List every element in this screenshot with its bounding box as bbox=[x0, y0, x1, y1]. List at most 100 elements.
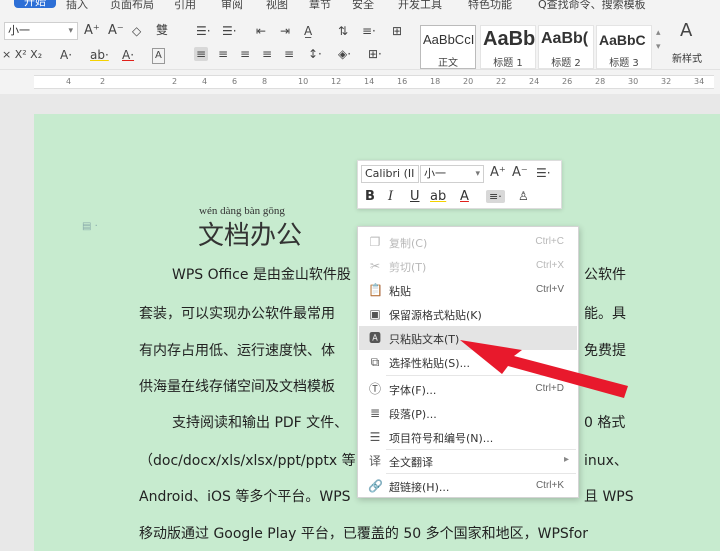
grow-font-button[interactable]: A⁺ bbox=[84, 24, 100, 38]
menu-tab-review[interactable]: 审阅 bbox=[221, 0, 243, 12]
text-effect-icon[interactable]: A· bbox=[60, 48, 72, 62]
menu-item-shortcut: Ctrl+D bbox=[535, 383, 564, 394]
menu-item-copy[interactable]: ❐ 复制(C) Ctrl+C bbox=[359, 230, 577, 254]
font-icon: Ⓣ bbox=[368, 382, 381, 396]
ruler-number: 6 bbox=[232, 77, 238, 86]
doc-line: 支持阅读和输出 PDF 文件、 bbox=[172, 415, 349, 431]
char-border-icon[interactable]: A bbox=[152, 48, 165, 64]
doc-line-fragment: 0 格式 bbox=[584, 415, 626, 431]
menu-bar: 开始 插入 页面布局 引用 审阅 视图 章节 安全 开发工具 特色功能 Q查找命… bbox=[0, 0, 720, 12]
style-sample: AaBb( bbox=[541, 30, 589, 47]
highlight-icon[interactable]: ab· bbox=[90, 48, 109, 62]
style-name: 标题 1 bbox=[493, 58, 523, 69]
mini-highlight-button[interactable]: ab bbox=[430, 189, 446, 204]
mini-align-icon[interactable]: ≡· bbox=[486, 190, 505, 203]
paste-icon: 📋 bbox=[368, 283, 383, 297]
format-painter-icon[interactable]: ♙ bbox=[518, 189, 529, 203]
menu-tab-features[interactable]: 特色功能 bbox=[468, 0, 512, 12]
clear-format-icon[interactable]: ◇ bbox=[132, 24, 141, 38]
align-left-icon[interactable]: ≡ bbox=[194, 47, 209, 61]
menu-tab-security[interactable]: 安全 bbox=[352, 0, 374, 12]
borders-icon[interactable]: ⊞· bbox=[368, 47, 382, 61]
menu-tab-insert[interactable]: 插入 bbox=[66, 0, 88, 12]
paste-special-icon: ⧉ bbox=[370, 355, 380, 369]
paste-text-only-icon: 🅰 bbox=[368, 331, 381, 345]
style-sample: AaBbC bbox=[599, 32, 646, 48]
sort-icon[interactable]: ⇅ bbox=[338, 24, 348, 38]
style-heading-3[interactable]: AaBbC 标题 3 bbox=[596, 25, 652, 69]
menu-item-cut[interactable]: ✂ 剪切(T) Ctrl+X bbox=[359, 254, 577, 278]
increase-indent-icon[interactable]: ⇥ bbox=[280, 24, 290, 38]
shrink-font-button[interactable]: A⁻ bbox=[108, 24, 124, 38]
menu-item-paste-text-only[interactable]: 🅰 只粘贴文本(T) bbox=[359, 326, 577, 350]
shading-icon[interactable]: ◈· bbox=[338, 47, 351, 61]
style-sample: AaBbCcI bbox=[423, 32, 475, 47]
distributed-icon[interactable]: ≡ bbox=[284, 47, 294, 61]
menu-item-translate[interactable]: 译 全文翻译 ▸ bbox=[359, 449, 577, 473]
styles-scroll-icon[interactable]: ▴ ▾ bbox=[656, 26, 661, 54]
mini-font-size-combo[interactable]: 小一 ▾ bbox=[420, 165, 484, 183]
menu-tab-references[interactable]: 引用 bbox=[174, 0, 196, 12]
menu-item-paste-special[interactable]: ⧉ 选择性粘贴(S)... bbox=[359, 350, 577, 374]
link-icon: 🔗 bbox=[368, 479, 383, 493]
menu-item-paragraph[interactable]: ≣ 段落(P)... bbox=[359, 401, 577, 425]
style-sample: AaBb bbox=[483, 28, 536, 50]
align-center-icon[interactable]: ≡ bbox=[218, 47, 228, 61]
mini-shrink-font-button[interactable]: A⁻ bbox=[512, 166, 528, 180]
paragraph-icon: ≣ bbox=[369, 406, 381, 420]
menu-item-paste-keep-format[interactable]: ▣ 保留源格式粘贴(K) bbox=[359, 302, 577, 326]
phonetic-guide-icon[interactable]: 雙 bbox=[156, 23, 168, 37]
line-spacing-icon[interactable]: ↕· bbox=[308, 47, 322, 61]
paragraph-handle-icon[interactable]: ▤ · bbox=[82, 221, 98, 232]
menu-item-hyperlink[interactable]: 🔗 超链接(H)... Ctrl+K bbox=[359, 474, 577, 498]
mini-font-color-button[interactable]: A bbox=[460, 189, 469, 204]
align-right-icon[interactable]: ≡ bbox=[240, 47, 250, 61]
menu-tab-start[interactable]: 开始 bbox=[14, 0, 56, 8]
ruler-number: 22 bbox=[496, 77, 507, 86]
menu-separator bbox=[386, 375, 576, 376]
menu-item-label: 全文翻译 bbox=[389, 456, 433, 469]
font-color-icon[interactable]: A· bbox=[122, 48, 134, 62]
menu-item-paste[interactable]: 📋 粘贴 Ctrl+V bbox=[359, 278, 577, 302]
menu-tab-layout[interactable]: 页面布局 bbox=[110, 0, 154, 12]
mini-line-spacing-icon[interactable]: ☰· bbox=[536, 166, 551, 180]
new-style-icon[interactable]: A bbox=[680, 22, 692, 40]
mini-font-name-combo[interactable]: Calibri (II bbox=[361, 165, 419, 183]
menu-item-font[interactable]: Ⓣ 字体(F)... Ctrl+D bbox=[359, 377, 577, 401]
ruler-number: 8 bbox=[262, 77, 268, 86]
font-size-combo[interactable]: 小一 ▾ bbox=[4, 22, 78, 40]
italic-button[interactable]: I bbox=[388, 189, 393, 204]
text-direction-icon[interactable]: A̲ bbox=[304, 24, 312, 38]
underline-button[interactable]: U bbox=[410, 189, 420, 204]
mini-toolbar: Calibri (II 小一 ▾ A⁺ A⁻ ☰· B I U ab A ≡· … bbox=[357, 160, 562, 209]
menu-item-label: 只粘贴文本(T) bbox=[389, 333, 460, 346]
style-heading-1[interactable]: AaBb 标题 1 bbox=[480, 25, 536, 69]
ruler-track[interactable]: 4 2 2 4 6 8 10 12 14 16 18 20 22 24 26 2… bbox=[34, 75, 714, 89]
justify-icon[interactable]: ≡ bbox=[262, 47, 272, 61]
bullets-list-icon[interactable]: ☰· bbox=[196, 24, 211, 38]
style-heading-2[interactable]: AaBb( 标题 2 bbox=[538, 25, 594, 69]
new-style-button[interactable]: 新样式 bbox=[672, 50, 702, 65]
mini-grow-font-button[interactable]: A⁺ bbox=[490, 166, 506, 180]
bold-button[interactable]: B bbox=[365, 189, 375, 204]
doc-line: 移动版通过 Google Play 平台，已覆盖的 50 多个国家和地区，WPS… bbox=[139, 526, 589, 542]
menu-item-label: 超链接(H)... bbox=[389, 481, 450, 494]
ruler-number: 32 bbox=[661, 77, 672, 86]
ruler-number: 12 bbox=[331, 77, 342, 86]
menu-item-label: 剪切(T) bbox=[389, 261, 427, 274]
superscript-icon[interactable]: × X² X₂ bbox=[2, 48, 42, 62]
command-search[interactable]: Q查找命令、搜索模板 bbox=[538, 0, 646, 12]
decrease-indent-icon[interactable]: ⇤ bbox=[256, 24, 266, 38]
menu-item-bullets-numbering[interactable]: ☰ 项目符号和编号(N)... bbox=[359, 425, 577, 449]
style-normal[interactable]: AaBbCcI 正文 bbox=[420, 25, 476, 69]
copy-icon: ❐ bbox=[369, 235, 381, 249]
table-tools-icon[interactable]: ⊞ bbox=[392, 24, 402, 38]
doc-line: 套装，可以实现办公软件最常用 bbox=[139, 306, 335, 322]
menu-tab-view[interactable]: 视图 bbox=[266, 0, 288, 12]
menu-tab-chapter[interactable]: 章节 bbox=[309, 0, 331, 12]
menu-item-label: 项目符号和编号(N)... bbox=[389, 432, 494, 445]
show-marks-icon[interactable]: ≡· bbox=[362, 24, 376, 38]
menu-tab-developer[interactable]: 开发工具 bbox=[398, 0, 442, 12]
numbered-list-icon[interactable]: ☰· bbox=[222, 24, 237, 38]
mini-font-name: Calibri (II bbox=[365, 167, 415, 180]
